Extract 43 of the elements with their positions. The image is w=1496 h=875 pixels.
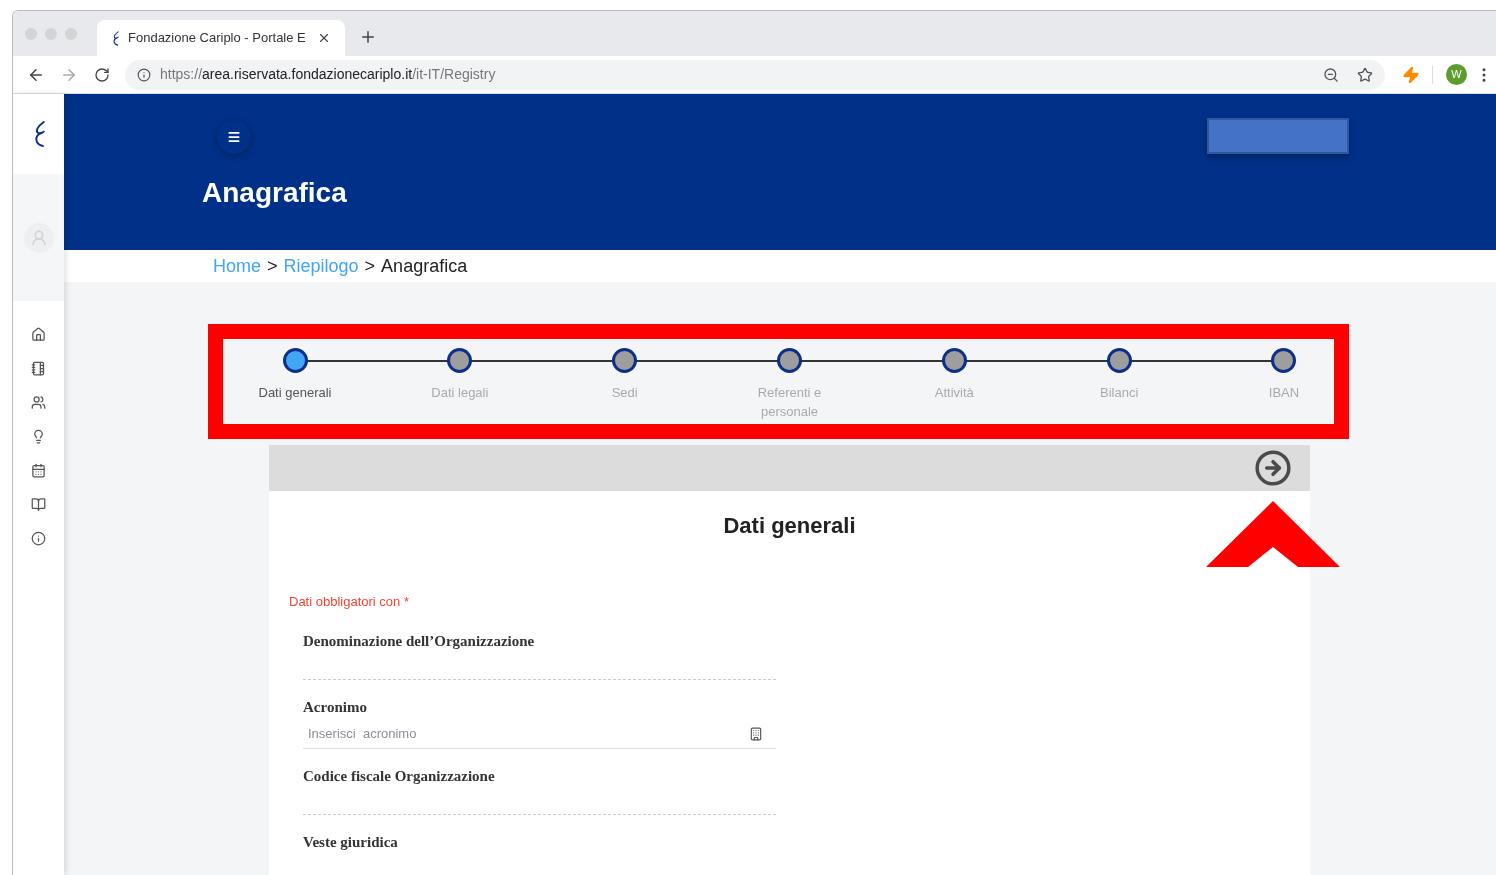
- breadcrumb-separator: >: [364, 254, 376, 278]
- breadcrumb-link[interactable]: Riepilogo: [283, 252, 359, 280]
- zoom-out-icon[interactable]: [1323, 66, 1339, 83]
- book-icon[interactable]: [31, 497, 46, 512]
- address-bar[interactable]: https://area.riservata.fondazionecariplo.it/it-IT/Registry: [125, 59, 1385, 90]
- field-label: Acronimo: [303, 698, 368, 717]
- required-note: Dati obbligatori con *: [289, 593, 410, 611]
- step-label[interactable]: Dati legali: [414, 383, 505, 402]
- step-label[interactable]: Bilanci: [1074, 383, 1165, 402]
- profile-avatar[interactable]: W: [1446, 64, 1467, 85]
- users-icon[interactable]: [31, 395, 46, 410]
- step-label[interactable]: Sedi: [579, 383, 670, 402]
- close-tab-icon[interactable]: [317, 31, 331, 45]
- info-icon[interactable]: [31, 531, 46, 546]
- browser-tab[interactable]: Fondazione Cariplo - Portale E: [97, 20, 345, 56]
- field-label: Veste giuridica: [303, 833, 399, 852]
- breadcrumb-separator: >: [267, 254, 278, 278]
- breadcrumb-link[interactable]: Home: [213, 252, 261, 280]
- lightbulb-icon[interactable]: [31, 429, 46, 444]
- step-label[interactable]: Referenti e personale: [744, 383, 835, 421]
- breadcrumb-current: Anagrafica: [381, 254, 468, 278]
- new-tab-icon[interactable]: [359, 28, 377, 46]
- step-label[interactable]: IBAN: [1238, 383, 1329, 402]
- url-text: https://area.riservata.fondazionecariplo.it/it-IT/Registry: [160, 65, 496, 84]
- page-title: Anagrafica: [202, 176, 347, 210]
- step-label[interactable]: Attività: [909, 383, 1000, 402]
- step-label[interactable]: Dati generali: [250, 383, 340, 402]
- calendar-icon[interactable]: [31, 463, 46, 478]
- site-info-icon[interactable]: [137, 67, 151, 82]
- notebook-icon[interactable]: [31, 361, 46, 376]
- reload-icon[interactable]: [94, 66, 110, 83]
- field-label: Codice fiscale Organizzazione: [303, 766, 496, 786]
- bookmark-star-icon[interactable]: [1357, 66, 1373, 83]
- section-title: Dati generali: [722, 512, 857, 540]
- building-icon: [749, 727, 763, 741]
- acronym-field[interactable]: Inserisci acronimo: [308, 724, 749, 744]
- tab-title: Fondazione Cariplo - Portale E: [128, 29, 306, 48]
- home-icon[interactable]: [31, 327, 46, 342]
- menu-icon: [227, 130, 241, 144]
- field-label: Denominazione dell’Organizzazione: [303, 631, 536, 651]
- menu-button[interactable]: [217, 120, 251, 154]
- next-step-icon[interactable]: [1254, 449, 1292, 487]
- site-favicon-icon: [111, 30, 120, 46]
